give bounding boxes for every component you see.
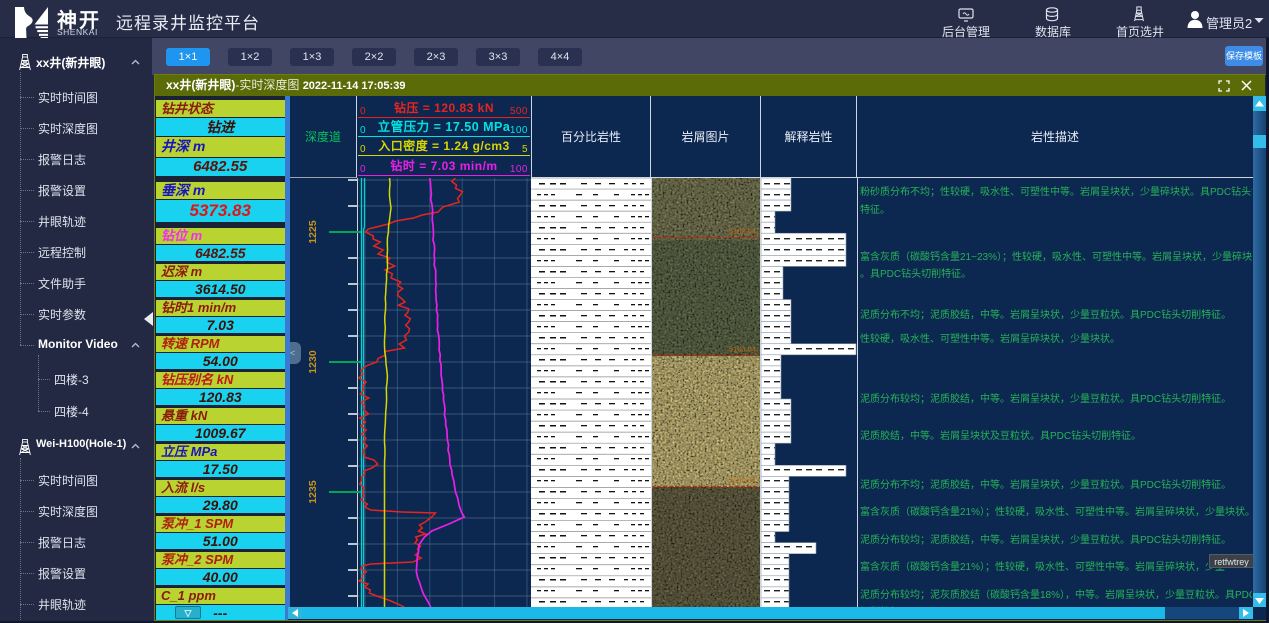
svg-text:5183.04: 5183.04 <box>729 345 756 354</box>
svg-text:5184.04: 5184.04 <box>729 475 756 484</box>
svg-text:1235: 1235 <box>307 480 319 504</box>
svg-text:5182.04: 5182.04 <box>729 227 756 236</box>
svg-text:1230: 1230 <box>307 350 319 374</box>
svg-text:1225: 1225 <box>307 220 319 244</box>
